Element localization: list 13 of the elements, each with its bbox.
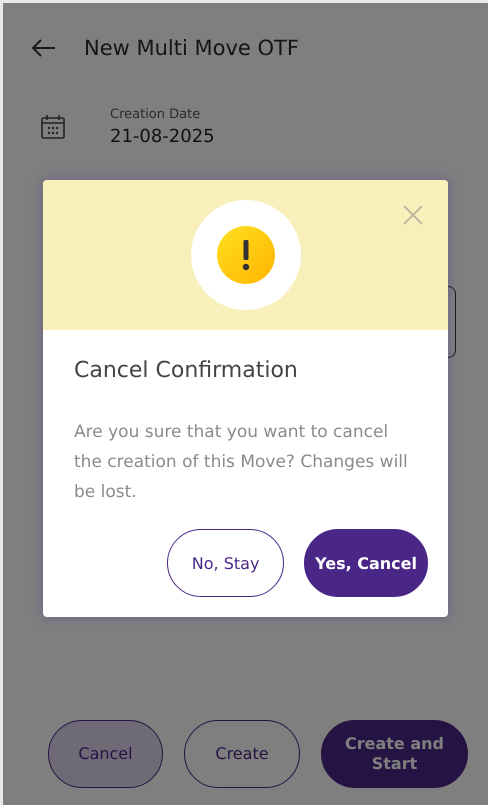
- dialog-message: Are you sure that you want to cancel the creation of this Move? Changes will be lost.: [74, 421, 409, 504]
- dialog-button[interactable]: No, Stay: [167, 529, 284, 597]
- calendar-icon: [41, 115, 65, 139]
- dialog-title: Cancel Confirmation: [74, 358, 299, 383]
- creation-date-label: Creation Date: [110, 107, 202, 122]
- page-title: New Multi Move OTF: [84, 36, 299, 60]
- back-arrow-icon[interactable]: [32, 39, 56, 57]
- footer-button[interactable]: Create and Start: [321, 720, 468, 788]
- creation-date-value: 21-08-2025: [110, 126, 215, 147]
- dialog-button[interactable]: Yes, Cancel: [304, 529, 428, 597]
- footer-button[interactable]: Cancel: [48, 720, 163, 788]
- footer-button[interactable]: Create: [184, 720, 300, 788]
- warning-icon: [216, 226, 274, 284]
